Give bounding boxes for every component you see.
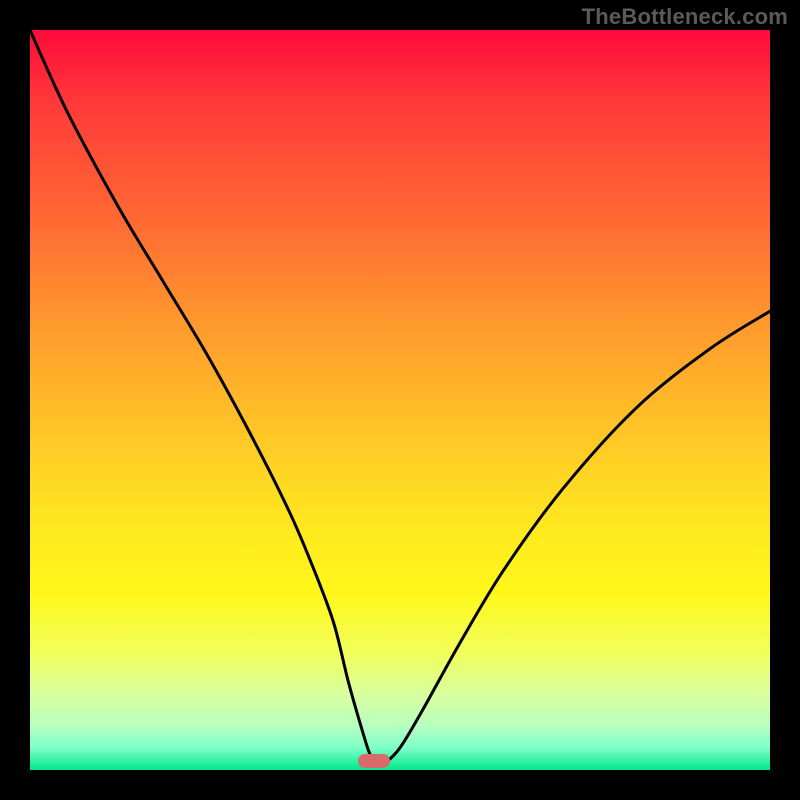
bottleneck-curve bbox=[30, 30, 770, 770]
chart-frame: TheBottleneck.com bbox=[0, 0, 800, 800]
plot-area bbox=[30, 30, 770, 770]
watermark-label: TheBottleneck.com bbox=[582, 4, 788, 30]
minimum-marker bbox=[358, 754, 390, 768]
